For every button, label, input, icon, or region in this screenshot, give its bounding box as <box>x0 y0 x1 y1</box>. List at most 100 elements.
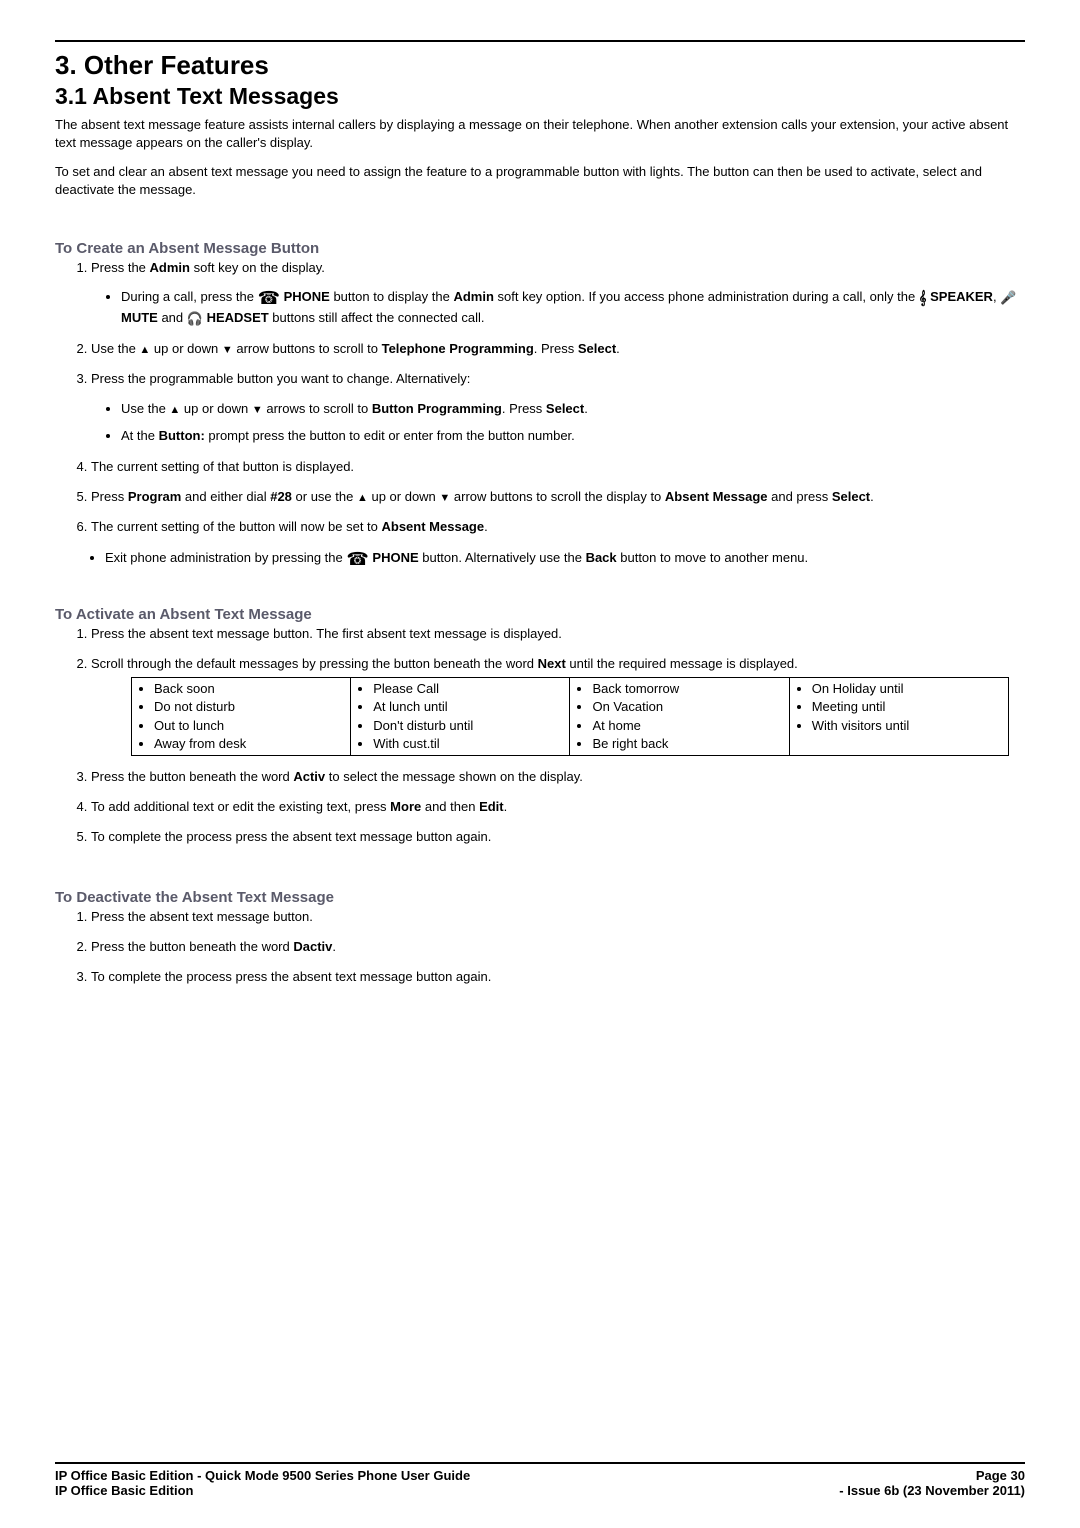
down-arrow-icon <box>252 401 263 416</box>
activate-step-5: To complete the process press the absent… <box>91 828 1025 846</box>
section-activate: To Activate an Absent Text Message Press… <box>55 606 1025 859</box>
label-absent-msg: Absent Message <box>382 519 485 534</box>
text: . <box>870 489 874 504</box>
text: The current setting of the button will n… <box>91 519 382 534</box>
down-arrow-icon <box>439 489 450 504</box>
text: , <box>993 289 1000 304</box>
text: until the required message is displayed. <box>566 656 798 671</box>
activate-step-2: Scroll through the default messages by p… <box>91 655 1025 756</box>
up-arrow-icon <box>139 341 150 356</box>
label-select: Select <box>546 401 584 416</box>
label-dactiv: Dactiv <box>293 939 332 954</box>
text: . <box>484 519 488 534</box>
msg: Please Call <box>373 680 563 698</box>
label-back: Back <box>586 550 617 565</box>
phone-icon: ☎ <box>258 289 280 307</box>
text: At the <box>121 428 159 443</box>
text: and <box>158 310 187 325</box>
deactivate-step-3: To complete the process press the absent… <box>91 968 1025 986</box>
msg: Back soon <box>154 680 344 698</box>
create-step1-bullet: During a call, press the ☎ PHONE button … <box>121 287 1025 328</box>
text: Press the button beneath the word <box>91 939 293 954</box>
text: button to display the <box>330 289 454 304</box>
create-exit-bullet: Exit phone administration by pressing th… <box>105 548 1025 568</box>
label-headset: HEADSET <box>203 310 269 325</box>
text: up or down <box>368 489 440 504</box>
create-step-6: The current setting of the button will n… <box>91 518 1025 536</box>
label-phone: PHONE <box>280 289 330 304</box>
text: button to move to another menu. <box>617 550 809 565</box>
msg: With cust.til <box>373 735 563 753</box>
label-btn-prog: Button Programming <box>372 401 502 416</box>
msg: Don't disturb until <box>373 717 563 735</box>
text: up or down <box>150 341 222 356</box>
text: . Press <box>534 341 578 356</box>
text: or use the <box>292 489 357 504</box>
create-step-5: Press Program and either dial #28 or use… <box>91 488 1025 506</box>
section-create: To Create an Absent Message Button Press… <box>55 240 1025 576</box>
text: arrow buttons to scroll the display to <box>450 489 665 504</box>
deactivate-step-2: Press the button beneath the word Dactiv… <box>91 938 1025 956</box>
create-step3-bullet1: Use the up or down arrows to scroll to B… <box>121 399 1025 419</box>
msg: Be right back <box>592 735 782 753</box>
text: and either dial <box>181 489 270 504</box>
text: . <box>584 401 588 416</box>
label-admin: Admin <box>150 260 190 275</box>
label-button: Button: <box>159 428 205 443</box>
msg: Do not disturb <box>154 698 344 716</box>
heading-2: 3.1 Absent Text Messages <box>55 83 1025 110</box>
label-tel-prog: Telephone Programming <box>382 341 534 356</box>
text: . <box>332 939 336 954</box>
label-more: More <box>390 799 421 814</box>
text: Exit phone administration by pressing th… <box>105 550 346 565</box>
text: To add additional text or edit the exist… <box>91 799 390 814</box>
text: Scroll through the default messages by p… <box>91 656 538 671</box>
heading-1: 3. Other Features <box>55 50 1025 81</box>
label-activ: Activ <box>293 769 325 784</box>
text: Use the <box>91 341 139 356</box>
text: . <box>504 799 508 814</box>
label-select: Select <box>832 489 870 504</box>
text: Use the <box>121 401 169 416</box>
msg: On Vacation <box>592 698 782 716</box>
up-arrow-icon <box>357 489 368 504</box>
text: . Press <box>502 401 546 416</box>
create-step-1: Press the Admin soft key on the display.… <box>91 259 1025 328</box>
text: arrows to scroll to <box>263 401 372 416</box>
intro-p2: To set and clear an absent text message … <box>55 163 1025 198</box>
up-arrow-icon <box>169 401 180 416</box>
activate-step-3: Press the button beneath the word Activ … <box>91 768 1025 786</box>
label-speaker: SPEAKER <box>926 289 992 304</box>
heading-activate: To Activate an Absent Text Message <box>55 606 1025 623</box>
headset-icon: 🎧 <box>187 309 203 329</box>
phone-icon: ☎ <box>346 550 368 568</box>
footer-title: IP Office Basic Edition - Quick Mode 950… <box>55 1468 470 1483</box>
msg: At lunch until <box>373 698 563 716</box>
text: prompt press the button to edit or enter… <box>205 428 575 443</box>
footer-subtitle: IP Office Basic Edition <box>55 1483 470 1498</box>
label-admin: Admin <box>453 289 493 304</box>
msg: With visitors until <box>812 717 1002 735</box>
heading-deactivate: To Deactivate the Absent Text Message <box>55 889 1025 906</box>
section-deactivate: To Deactivate the Absent Text Message Pr… <box>55 889 1025 999</box>
intro-block: The absent text message feature assists … <box>55 116 1025 210</box>
label-code: #28 <box>270 489 292 504</box>
text: During a call, press the <box>121 289 258 304</box>
text: and press <box>768 489 832 504</box>
label-edit: Edit <box>479 799 504 814</box>
text: soft key on the display. <box>190 260 325 275</box>
label-program: Program <box>128 489 181 504</box>
text: soft key option. If you access phone adm… <box>494 289 919 304</box>
create-step-4: The current setting of that button is di… <box>91 458 1025 476</box>
text: buttons still affect the connected call. <box>269 310 485 325</box>
mute-icon: 🎤 <box>1000 288 1016 308</box>
text: Press <box>91 489 128 504</box>
label-select: Select <box>578 341 616 356</box>
create-step3-bullet2: At the Button: prompt press the button t… <box>121 426 1025 446</box>
text: . <box>616 341 620 356</box>
msg: At home <box>592 717 782 735</box>
label-next: Next <box>538 656 566 671</box>
top-rule <box>55 40 1025 42</box>
text: up or down <box>180 401 252 416</box>
deactivate-step-1: Press the absent text message button. <box>91 908 1025 926</box>
